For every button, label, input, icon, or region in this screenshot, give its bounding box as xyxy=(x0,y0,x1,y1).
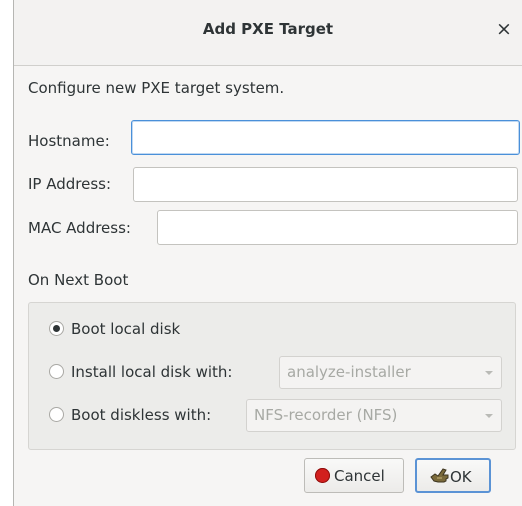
intro-text: Configure new PXE target system. xyxy=(28,79,285,97)
diskless-select-value: NFS-recorder (NFS) xyxy=(254,406,398,424)
dialog-title: Add PXE Target xyxy=(202,20,334,38)
mac-address-label: MAC Address: xyxy=(28,219,131,237)
ok-button[interactable]: OK xyxy=(415,458,491,493)
on-next-boot-label: On Next Boot xyxy=(28,271,129,289)
titlebar: Add PXE Target × xyxy=(14,0,522,66)
dialog-content: Configure new PXE target system. Hostnam… xyxy=(14,66,522,506)
chevron-down-icon xyxy=(485,414,493,418)
hostname-label: Hostname: xyxy=(28,132,110,150)
hostname-input[interactable] xyxy=(131,120,520,155)
stop-icon xyxy=(315,468,330,483)
cancel-button-label: Cancel xyxy=(334,467,385,485)
ip-address-input[interactable] xyxy=(133,167,518,202)
close-icon[interactable]: × xyxy=(494,18,514,40)
radio-unchecked[interactable] xyxy=(49,407,64,422)
mac-address-input[interactable] xyxy=(157,210,518,245)
cancel-button[interactable]: Cancel xyxy=(304,458,404,493)
add-pxe-target-dialog: Add PXE Target × Configure new PXE targe… xyxy=(13,0,522,506)
boot-diskless-label: Boot diskless with: xyxy=(71,406,212,424)
ip-address-label: IP Address: xyxy=(28,175,112,193)
radio-unchecked[interactable] xyxy=(49,364,64,379)
ok-button-label: OK xyxy=(450,468,472,486)
installer-select[interactable]: analyze-installer xyxy=(279,356,502,389)
boot-options-frame: Boot local disk Install local disk with:… xyxy=(28,302,516,450)
install-local-disk-label: Install local disk with: xyxy=(71,363,233,381)
chevron-down-icon xyxy=(485,371,493,375)
installer-select-value: analyze-installer xyxy=(287,363,411,381)
ok-hand-icon xyxy=(430,468,449,483)
boot-local-disk-label: Boot local disk xyxy=(71,320,181,338)
radio-checked[interactable] xyxy=(49,321,64,336)
diskless-select[interactable]: NFS-recorder (NFS) xyxy=(246,399,502,432)
